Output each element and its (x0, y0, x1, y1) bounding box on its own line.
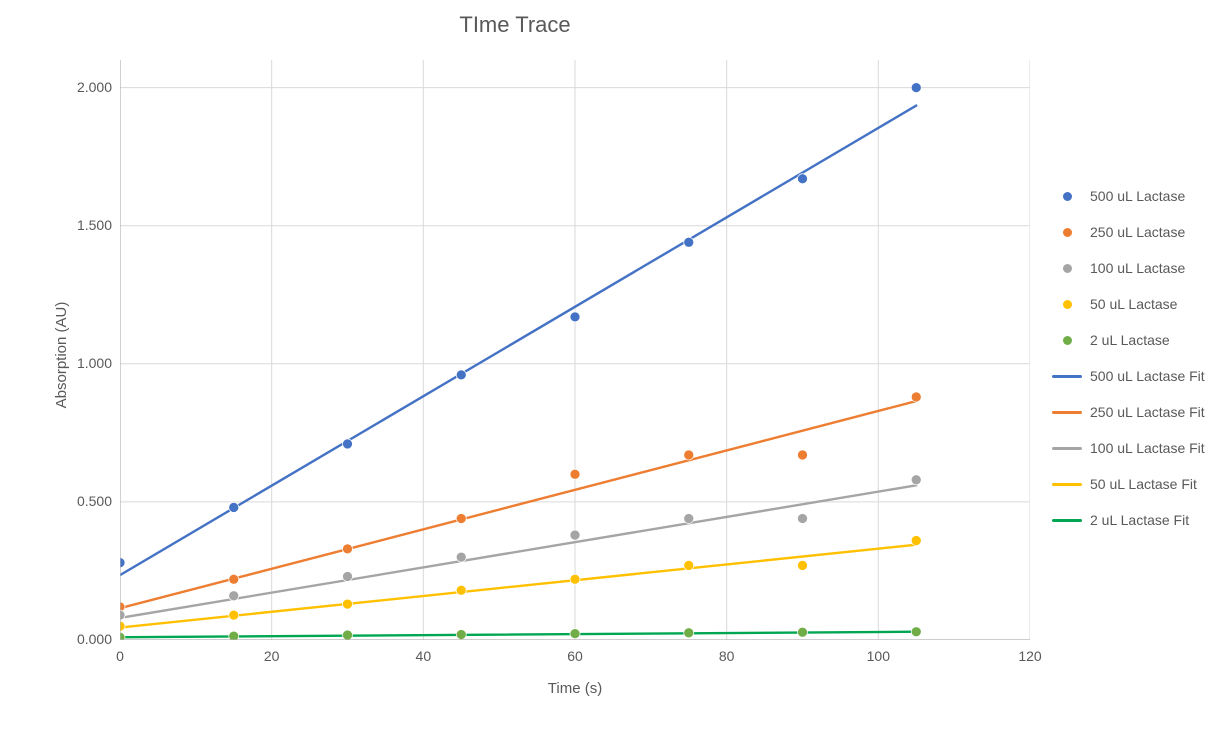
data-point (798, 513, 808, 523)
legend-label: 100 uL Lactase (1090, 260, 1185, 276)
data-point (570, 530, 580, 540)
data-point (684, 513, 694, 523)
data-point (798, 627, 808, 637)
data-point (343, 630, 353, 640)
plot-area (120, 60, 1030, 640)
y-tick-label: 1.500 (52, 217, 112, 233)
data-point (798, 450, 808, 460)
legend-item[interactable]: 50 uL Lactase Fit (1050, 466, 1220, 502)
x-tick-label: 40 (403, 648, 443, 664)
data-point (911, 475, 921, 485)
data-point (229, 574, 239, 584)
data-point (798, 560, 808, 570)
series-fit-8 (120, 545, 916, 628)
legend-label: 2 uL Lactase (1090, 332, 1170, 348)
x-tick-label: 20 (252, 648, 292, 664)
legend-label: 500 uL Lactase (1090, 188, 1185, 204)
data-point (911, 83, 921, 93)
data-point (456, 513, 466, 523)
legend-label: 250 uL Lactase Fit (1090, 404, 1205, 420)
data-point (911, 536, 921, 546)
data-point (570, 312, 580, 322)
data-point (570, 629, 580, 639)
data-point (684, 560, 694, 570)
data-point (456, 552, 466, 562)
data-point (229, 631, 239, 640)
legend-dot-icon (1050, 260, 1084, 276)
legend-dot-icon (1050, 224, 1084, 240)
legend-item[interactable]: 500 uL Lactase Fit (1050, 358, 1220, 394)
y-tick-label: 0.500 (52, 493, 112, 509)
legend-dot-icon (1050, 188, 1084, 204)
legend-dot-icon (1050, 296, 1084, 312)
data-point (456, 370, 466, 380)
x-tick-label: 120 (1010, 648, 1050, 664)
data-point (229, 610, 239, 620)
x-tick-label: 100 (858, 648, 898, 664)
legend-item[interactable]: 50 uL Lactase (1050, 286, 1220, 322)
legend-item[interactable]: 250 uL Lactase Fit (1050, 394, 1220, 430)
legend-dot-icon (1050, 332, 1084, 348)
legend-label: 50 uL Lactase (1090, 296, 1177, 312)
data-point (684, 628, 694, 638)
data-point (570, 469, 580, 479)
data-point (120, 558, 125, 568)
legend-item[interactable]: 2 uL Lactase Fit (1050, 502, 1220, 538)
data-point (456, 629, 466, 639)
data-point (343, 571, 353, 581)
data-point (456, 585, 466, 595)
legend-item[interactable]: 250 uL Lactase (1050, 214, 1220, 250)
chart-canvas: TIme Trace Absorption (AU) Time (s) 0204… (0, 0, 1229, 729)
data-point (343, 439, 353, 449)
data-point (570, 574, 580, 584)
data-point (120, 632, 125, 640)
y-tick-label: 2.000 (52, 79, 112, 95)
legend-line-icon (1050, 512, 1084, 528)
legend-label: 500 uL Lactase Fit (1090, 368, 1205, 384)
data-point (229, 502, 239, 512)
x-tick-label: 60 (555, 648, 595, 664)
legend-item[interactable]: 2 uL Lactase (1050, 322, 1220, 358)
x-tick-label: 0 (100, 648, 140, 664)
legend-item[interactable]: 500 uL Lactase (1050, 178, 1220, 214)
data-point (911, 392, 921, 402)
legend-line-icon (1050, 440, 1084, 456)
data-point (684, 450, 694, 460)
legend-label: 100 uL Lactase Fit (1090, 440, 1205, 456)
legend-line-icon (1050, 368, 1084, 384)
legend: 500 uL Lactase 250 uL Lactase 100 uL Lacta… (1050, 178, 1220, 538)
legend-item[interactable]: 100 uL Lactase Fit (1050, 430, 1220, 466)
data-point (120, 610, 125, 620)
legend-label: 50 uL Lactase Fit (1090, 476, 1197, 492)
chart-title: TIme Trace (0, 12, 1030, 38)
data-point (229, 591, 239, 601)
legend-line-icon (1050, 404, 1084, 420)
series-fit-9 (120, 632, 916, 638)
legend-label: 2 uL Lactase Fit (1090, 512, 1189, 528)
data-point (911, 627, 921, 637)
data-point (343, 599, 353, 609)
data-point (343, 544, 353, 554)
x-tick-label: 80 (707, 648, 747, 664)
legend-line-icon (1050, 476, 1084, 492)
legend-item[interactable]: 100 uL Lactase (1050, 250, 1220, 286)
data-point (798, 174, 808, 184)
y-tick-label: 1.000 (52, 355, 112, 371)
x-axis-label: Time (s) (120, 680, 1030, 697)
data-point (120, 621, 125, 631)
data-point (684, 237, 694, 247)
legend-label: 250 uL Lactase (1090, 224, 1185, 240)
y-tick-label: 0.000 (52, 631, 112, 647)
